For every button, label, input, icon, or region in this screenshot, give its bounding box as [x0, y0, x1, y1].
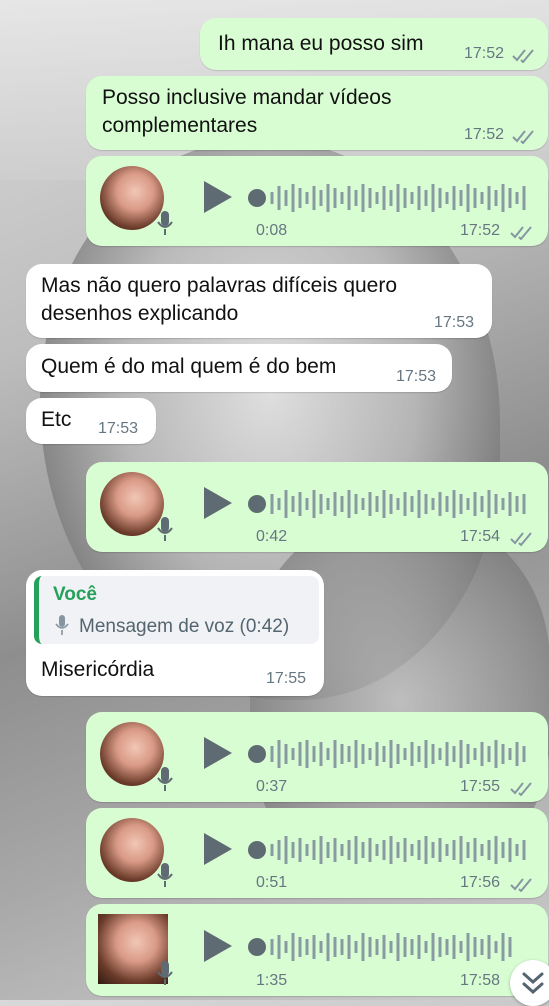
incoming-message[interactable]: Etc 17:53 — [26, 398, 156, 444]
double-check-icon — [510, 878, 532, 892]
mic-icon — [55, 615, 69, 635]
double-check-icon — [512, 130, 534, 144]
double-check-icon — [510, 782, 532, 796]
outgoing-message[interactable]: Ih mana eu posso sim 17:52 — [200, 18, 548, 70]
waveform[interactable] — [270, 830, 530, 870]
seek-handle[interactable] — [248, 938, 266, 956]
mic-icon — [157, 863, 173, 887]
mic-icon — [157, 517, 173, 541]
mic-icon — [157, 211, 173, 235]
message-text-line: Mas não quero palavras difíceis quero — [41, 274, 398, 297]
message-text: Quem é do mal quem é do bem — [41, 355, 337, 378]
seek-handle[interactable] — [248, 495, 266, 513]
avatar — [100, 166, 164, 230]
message-text-line: complementares — [102, 114, 258, 137]
quote-author: Você — [53, 584, 98, 605]
message-time: 17:53 — [98, 420, 139, 437]
voice-message[interactable]: 0:08 17:52 — [86, 156, 548, 246]
message-time: 17:52 — [460, 222, 501, 239]
voice-duration: 0:37 — [256, 778, 288, 795]
avatar — [100, 818, 164, 882]
message-time: 17:53 — [396, 368, 437, 385]
message-text-line: Posso inclusive mandar vídeos — [102, 86, 392, 109]
voice-duration: 0:08 — [256, 222, 288, 239]
mic-icon — [157, 961, 173, 985]
message-time: 17:52 — [464, 45, 505, 62]
incoming-message[interactable]: Mas não quero palavras difíceis quero de… — [26, 264, 492, 338]
message-time: 17:55 — [460, 778, 501, 795]
seek-handle[interactable] — [248, 745, 266, 763]
voice-message[interactable]: 0:51 17:56 — [86, 808, 548, 898]
play-icon[interactable] — [204, 930, 232, 962]
voice-message[interactable]: 0:37 17:55 — [86, 712, 548, 802]
voice-message[interactable]: 1:35 17:58 — [86, 904, 548, 996]
play-icon[interactable] — [204, 487, 232, 519]
voice-duration: 0:42 — [256, 528, 288, 545]
message-time: 17:56 — [460, 874, 501, 891]
chevron-double-down-icon — [522, 972, 544, 995]
avatar — [100, 722, 164, 786]
waveform[interactable] — [270, 178, 530, 218]
play-icon[interactable] — [204, 833, 232, 865]
outgoing-message[interactable]: Posso inclusive mandar vídeos complement… — [86, 76, 548, 150]
waveform[interactable] — [270, 484, 530, 524]
voice-message[interactable]: 0:42 17:54 — [86, 462, 548, 552]
message-text: Etc — [41, 408, 72, 431]
avatar — [100, 472, 164, 536]
message-time: 17:55 — [266, 670, 307, 687]
double-check-icon — [510, 226, 532, 240]
seek-handle[interactable] — [248, 841, 266, 859]
voice-duration: 0:51 — [256, 874, 288, 891]
message-time: 17:54 — [460, 528, 501, 545]
play-icon[interactable] — [204, 737, 232, 769]
message-text-line: desenhos explicando — [41, 302, 239, 325]
waveform[interactable] — [270, 734, 530, 774]
quoted-message[interactable]: Você Mensagem de voz (0:42) — [34, 576, 319, 644]
seek-handle[interactable] — [248, 189, 266, 207]
double-check-icon — [510, 532, 532, 546]
message-text: Misericórdia — [41, 658, 155, 681]
double-check-icon — [512, 49, 534, 63]
message-time: 17:58 — [460, 972, 501, 989]
message-text: Ih mana eu posso sim — [218, 32, 424, 55]
message-time: 17:52 — [464, 126, 505, 143]
quote-text: Mensagem de voz (0:42) — [79, 616, 290, 637]
scroll-down-button[interactable] — [510, 960, 549, 1006]
mic-icon — [157, 767, 173, 791]
message-time: 17:53 — [434, 314, 475, 331]
incoming-message[interactable]: Quem é do mal quem é do bem 17:53 — [26, 344, 452, 392]
play-icon[interactable] — [204, 181, 232, 213]
waveform[interactable] — [270, 927, 530, 967]
voice-duration: 1:35 — [256, 972, 288, 989]
